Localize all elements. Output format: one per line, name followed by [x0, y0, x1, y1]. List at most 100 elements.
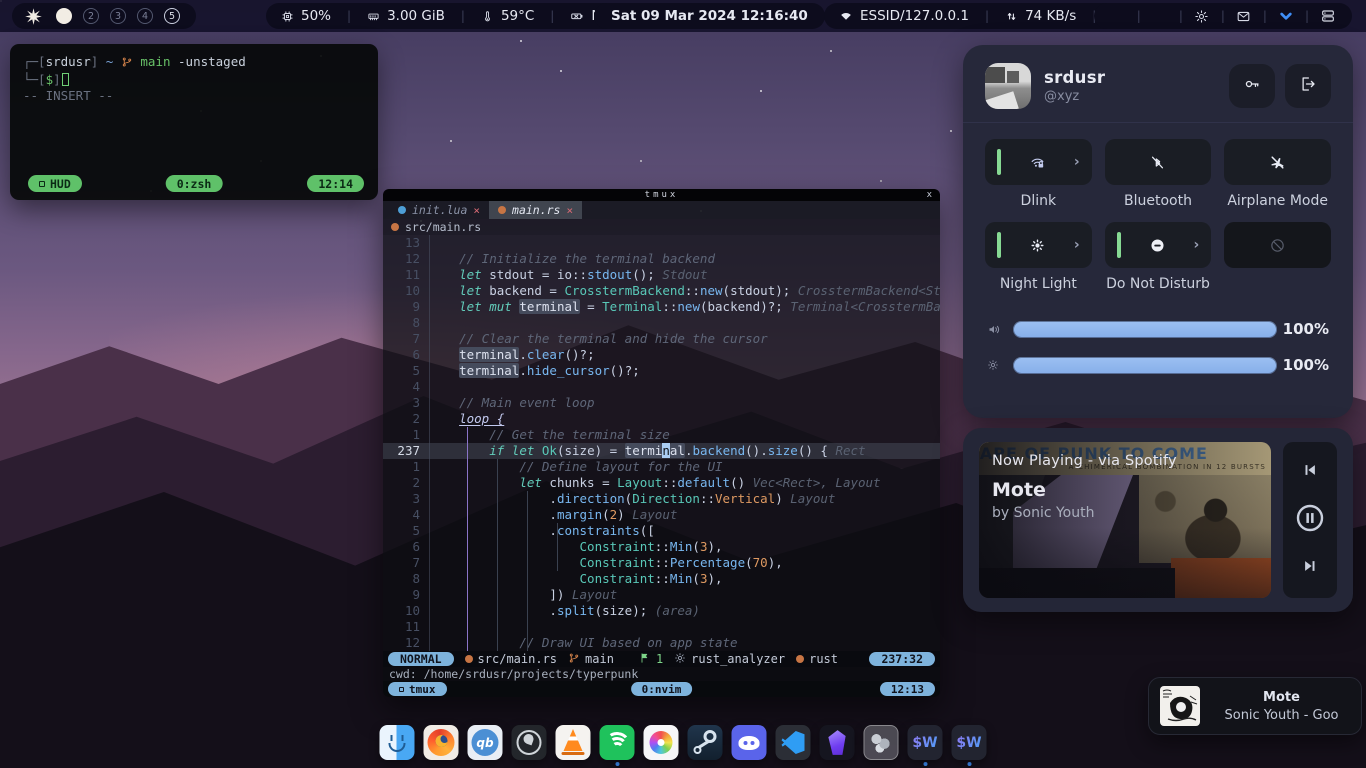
- winbar: src/main.rs: [383, 219, 940, 235]
- chevron-down-icon[interactable]: [1276, 8, 1296, 24]
- toggle-tile-wifi-lock[interactable]: ›: [985, 139, 1092, 185]
- toggle-tile-sun[interactable]: ›: [985, 222, 1092, 268]
- password-key-button[interactable]: [1229, 64, 1275, 108]
- line-number: 11: [383, 267, 429, 283]
- lsp-icon: [674, 652, 686, 667]
- code-text: let backend = CrosstermBackend::new(stdo…: [429, 283, 940, 299]
- workspace-2[interactable]: 2: [83, 8, 99, 24]
- code-text: // Main event loop: [429, 395, 595, 411]
- pause-button[interactable]: [1294, 502, 1326, 538]
- tmux-session-name[interactable]: tmux: [388, 682, 447, 696]
- line-number: 10: [383, 283, 429, 299]
- dock-qbittorrent[interactable]: qb: [468, 725, 503, 766]
- code-text: if let Ok(size) = terminal.backend().siz…: [429, 443, 866, 459]
- code-area[interactable]: 1312 // Initialize the terminal backend1…: [383, 235, 940, 651]
- toggle-label: Do Not Disturb: [1106, 276, 1210, 292]
- code-text: Constraint::Percentage(70),: [429, 555, 783, 571]
- line-number: 7: [383, 331, 429, 347]
- running-indicator: [615, 762, 619, 766]
- code-text: loop {: [429, 411, 504, 427]
- code-text: // Initialize the terminal backend: [429, 251, 715, 267]
- next-track-button[interactable]: [1301, 557, 1319, 579]
- dock-obs[interactable]: [512, 725, 547, 766]
- line-number: 1: [383, 427, 429, 443]
- code-text: let stdout = io::stdout(); Stdout: [429, 267, 707, 283]
- tab-close-icon[interactable]: ×: [473, 204, 480, 217]
- dock-files[interactable]: [380, 725, 415, 766]
- editor-window[interactable]: tmux x init.lua×main.rs× src/main.rs 131…: [383, 189, 940, 697]
- workspace-3[interactable]: 3: [110, 8, 126, 24]
- workspace-switcher: 2345: [56, 8, 180, 24]
- line-number: 5: [383, 363, 429, 379]
- dock: qb $W$W: [380, 725, 987, 766]
- chevron-right-icon[interactable]: ›: [1074, 154, 1080, 170]
- tmux-clock-badge: 12:14: [307, 175, 364, 192]
- clock[interactable]: Sat 09 Mar 2024 12:16:40: [594, 3, 825, 29]
- toggle-tile-blocked[interactable]: [1224, 222, 1331, 268]
- code-line: 13: [383, 235, 940, 251]
- tab-init.lua[interactable]: init.lua×: [389, 201, 489, 219]
- tab-main.rs[interactable]: main.rs×: [489, 201, 582, 219]
- line-number: 9: [383, 587, 429, 603]
- dock-toggle-icon[interactable]: [1318, 8, 1338, 24]
- dnd-icon: [1149, 237, 1166, 254]
- line-number: 10: [383, 603, 429, 619]
- line-number: 6: [383, 347, 429, 363]
- dock-vscode[interactable]: [776, 725, 811, 766]
- line-number: 4: [383, 379, 429, 395]
- terminal-cursor: [62, 73, 69, 86]
- code-text: let mut terminal = Terminal::new(backend…: [429, 299, 940, 315]
- line-number: 3: [383, 491, 429, 507]
- running-indicator: [967, 762, 971, 766]
- media-player-card: SHAPE OF PUNK TO COME A CHIMERICAL BOMBI…: [963, 428, 1353, 612]
- chevron-right-icon[interactable]: ›: [1074, 237, 1080, 253]
- dock-steam[interactable]: [688, 725, 723, 766]
- brightness-slider[interactable]: [1013, 357, 1277, 374]
- quick-toggles: ›DlinkBluetoothAirplane Mode›Night Light…: [963, 123, 1353, 305]
- media-notification[interactable]: Mote Sonic Youth - Goo: [1148, 677, 1362, 735]
- line-number: 8: [383, 315, 429, 331]
- git-branch-icon: [121, 56, 133, 72]
- dock-sw-app-2[interactable]: $W: [952, 725, 987, 766]
- workspace-4[interactable]: 4: [137, 8, 153, 24]
- dock-discord[interactable]: [732, 725, 767, 766]
- toggle-tile-bluetooth-off[interactable]: [1105, 139, 1212, 185]
- filetype-icon: [796, 655, 804, 663]
- tab-close-icon[interactable]: ×: [566, 204, 573, 217]
- logout-icon: [1299, 75, 1317, 97]
- tmux-statusbar: tmux 0:nvim 12:13: [383, 681, 940, 697]
- volume-slider[interactable]: [1013, 321, 1277, 338]
- tmux-window-name[interactable]: 0:nvim: [631, 682, 693, 696]
- memory-usage: 3.00 GiB: [387, 8, 445, 24]
- workspace-1[interactable]: [56, 8, 72, 24]
- dock-spotify[interactable]: [600, 725, 635, 766]
- dock-sw-app-1[interactable]: $W: [908, 725, 943, 766]
- dock-obsidian[interactable]: [820, 725, 855, 766]
- line-number: 12: [383, 635, 429, 651]
- rust-file-icon: [391, 223, 399, 231]
- launcher-logo-icon[interactable]: [24, 7, 43, 26]
- control-center: srdusr @xyz ›DlinkBluetoothAirplane Mode…: [963, 45, 1353, 418]
- dock-trash[interactable]: [864, 725, 899, 766]
- window-close-button[interactable]: x: [927, 190, 932, 200]
- workspace-5[interactable]: 5: [164, 8, 180, 24]
- mail-icon[interactable]: [1234, 9, 1254, 24]
- dock-vlc[interactable]: [556, 725, 591, 766]
- dock-photos[interactable]: [644, 725, 679, 766]
- terminal-window[interactable]: ┌─[srdusr] ~ main -unstaged └─[$] -- INS…: [10, 44, 378, 200]
- logout-button[interactable]: [1285, 64, 1331, 108]
- previous-track-button[interactable]: [1301, 461, 1319, 483]
- settings-icon[interactable]: [1192, 9, 1212, 24]
- dock-firefox[interactable]: [424, 725, 459, 766]
- media-controls: [1283, 442, 1337, 598]
- chevron-right-icon[interactable]: ›: [1194, 237, 1200, 253]
- code-line: 8: [383, 315, 940, 331]
- line-number: 7: [383, 555, 429, 571]
- window-titlebar[interactable]: tmux x: [383, 189, 940, 201]
- code-line: 5 terminal.hide_cursor()?;: [383, 363, 940, 379]
- toggle-tile-dnd[interactable]: ›: [1105, 222, 1212, 268]
- avatar: [985, 63, 1031, 109]
- clock-text: Sat 09 Mar 2024 12:16:40: [611, 8, 808, 24]
- toggle-tile-airplane-off[interactable]: [1224, 139, 1331, 185]
- no-indicator: [527, 762, 531, 766]
